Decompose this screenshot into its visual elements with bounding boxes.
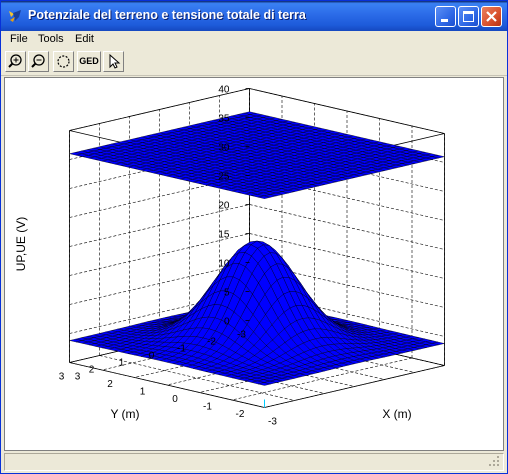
y-tick-label: 3: [59, 372, 65, 383]
y-tick-label: 1: [119, 358, 125, 369]
y-tick-label: -1: [177, 344, 186, 355]
toolbar: GED: [1, 49, 507, 76]
menu-edit[interactable]: Edit: [75, 33, 94, 45]
status-bar: [4, 453, 504, 471]
zoom-out-icon: [31, 54, 45, 68]
x-tick-label: 2: [107, 379, 113, 390]
z-tick-label: 15: [218, 230, 230, 241]
z-tick-label: 20: [218, 201, 230, 212]
minimize-button[interactable]: [435, 6, 456, 27]
y-tick-label: -2: [207, 337, 216, 348]
x-tick-label: 1: [140, 387, 146, 398]
menu-file[interactable]: File: [10, 33, 28, 45]
x-tick-label: -3: [268, 417, 277, 428]
resize-grip-icon[interactable]: [488, 455, 500, 467]
pointer-icon: [109, 53, 121, 69]
z-tick-label: 25: [218, 172, 230, 183]
surface-plot[interactable]: 0510152025303540-3-2-10123 3210-1-2-3UP,U…: [5, 78, 503, 450]
z-tick-label: 10: [218, 259, 230, 270]
rotate-icon: [57, 55, 70, 68]
graphics-canvas[interactable]: 0 5 10 15 20 25 30 35 40 -3 -2 -1 0 1 2 3 3 2 1 0 -1 -2 -3 UP,U…: [4, 77, 504, 451]
zoom-out-button[interactable]: [28, 51, 49, 72]
x-tick-label: 3: [75, 372, 81, 383]
z-tick-label: 30: [218, 143, 230, 154]
x-tick-label: 0: [172, 394, 178, 405]
close-icon: [486, 11, 497, 22]
x-tick-label: -2: [236, 409, 245, 420]
y-tick-label: -3: [237, 330, 246, 341]
maximize-icon: [463, 11, 474, 22]
window-title: Potenziale del terreno e tensione totale…: [28, 8, 306, 22]
y-axis-label: Y (m): [110, 407, 139, 421]
close-button[interactable]: [481, 6, 502, 27]
title-bar[interactable]: Potenziale del terreno e tensione totale…: [1, 1, 507, 31]
z-tick-label: 5: [224, 288, 230, 299]
pointer-button[interactable]: [103, 51, 124, 72]
z-tick-label: 40: [218, 85, 230, 96]
app-window: Potenziale del terreno e tensione totale…: [0, 0, 508, 474]
total-earth-voltage-plane: [69, 111, 445, 199]
menu-tools[interactable]: Tools: [38, 33, 64, 45]
maximize-button[interactable]: [458, 6, 479, 27]
z-tick-label: 35: [218, 114, 230, 125]
scilab-app-icon: [9, 10, 21, 22]
y-tick-label: 0: [149, 351, 155, 362]
menu-bar: File Tools Edit: [1, 31, 507, 49]
x-tick-label: -1: [203, 402, 212, 413]
ged-button[interactable]: GED: [77, 51, 101, 72]
zoom-in-button[interactable]: [5, 51, 26, 72]
z-axis-label: UP,UE (V): [14, 217, 28, 271]
y-tick-label: 2: [89, 365, 95, 376]
minimize-icon: [441, 19, 448, 22]
rotate-button[interactable]: [53, 51, 74, 72]
x-axis-label: X (m): [382, 407, 411, 421]
zoom-in-icon: [8, 54, 22, 68]
z-tick-label: 0: [224, 317, 230, 328]
